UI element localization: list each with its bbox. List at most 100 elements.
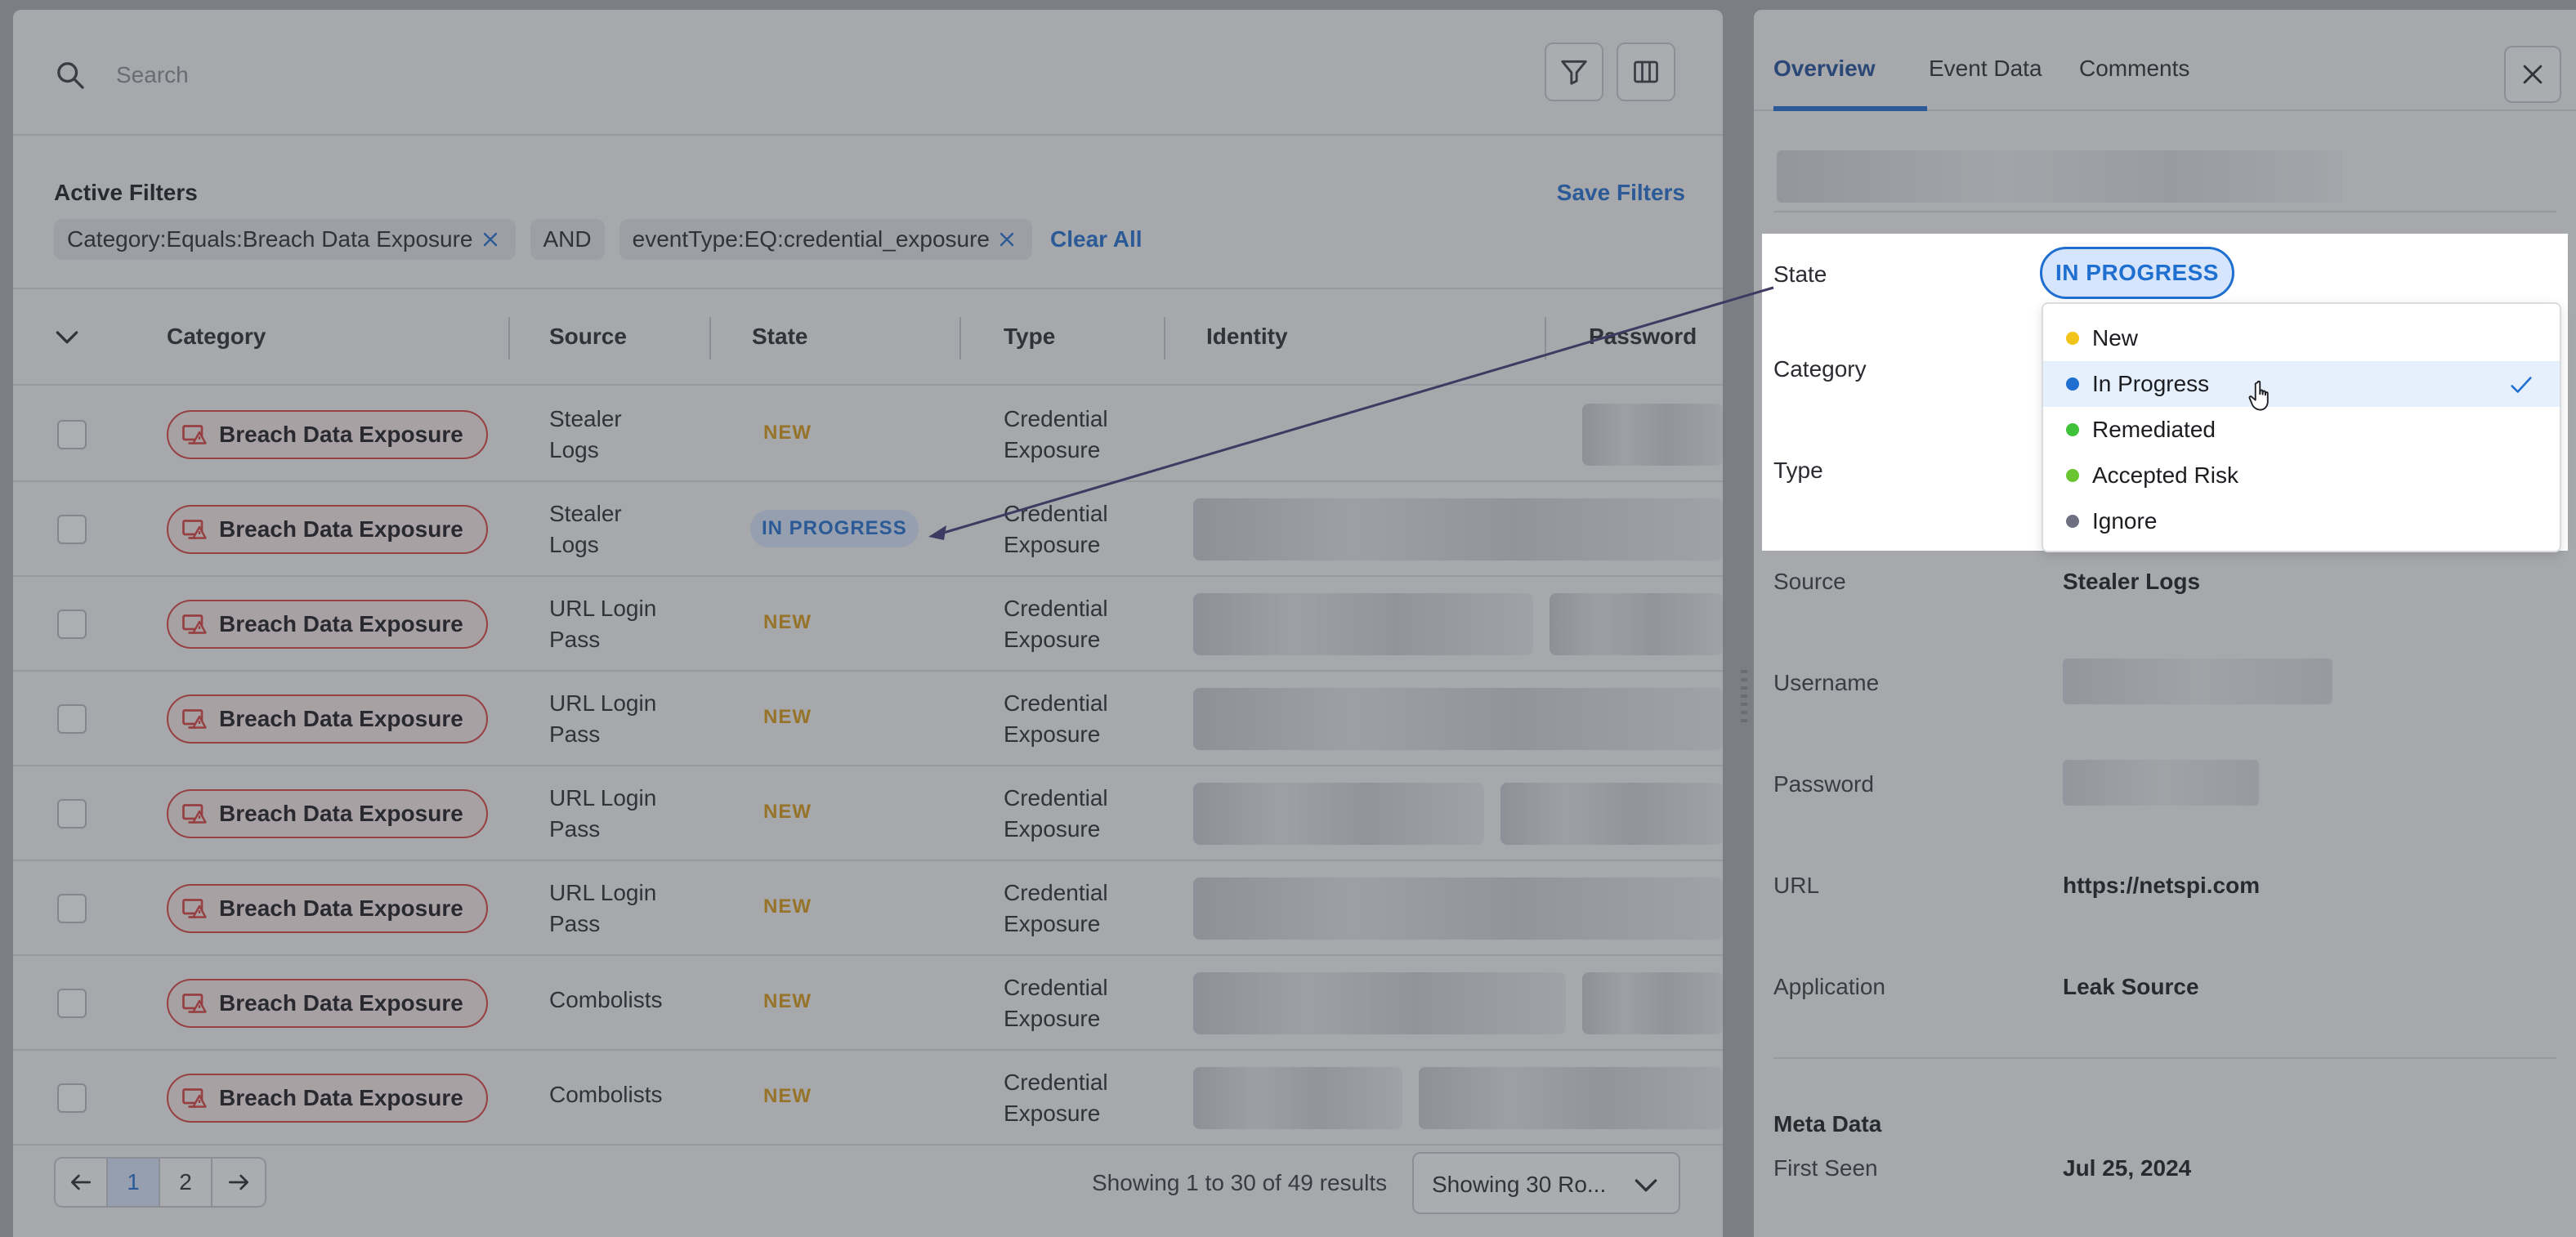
state-option-label: Accepted Risk <box>2092 462 2238 488</box>
pagination: 1 2 <box>54 1157 266 1208</box>
table-row[interactable]: Breach Data Exposure URL Login Pass NEW … <box>13 766 1723 861</box>
columns-button[interactable] <box>1617 42 1675 101</box>
search-input[interactable] <box>116 56 1260 95</box>
row-checkbox[interactable] <box>57 515 87 544</box>
state-option-accepted-risk[interactable]: Accepted Risk <box>2043 453 2560 498</box>
filter-operator-chip[interactable]: AND <box>530 219 605 260</box>
page-button-2[interactable]: 2 <box>160 1159 212 1206</box>
active-tab-indicator <box>1773 106 1927 111</box>
chevron-down-icon[interactable] <box>51 320 83 353</box>
type-cell: Credential Exposure <box>1004 972 1108 1034</box>
arrow-left-icon <box>71 1174 91 1190</box>
password-label: Password <box>1773 771 1874 797</box>
rows-per-page-select[interactable]: Showing 30 Ro... <box>1412 1152 1680 1214</box>
panel-resize-handle[interactable] <box>1741 670 1747 727</box>
url-label: URL <box>1773 873 1820 898</box>
redacted-cell <box>1419 1067 1723 1129</box>
category-label: Breach Data Exposure <box>219 422 463 447</box>
row-checkbox[interactable] <box>57 420 87 449</box>
filter-icon <box>1561 60 1587 85</box>
row-checkbox[interactable] <box>57 1083 87 1113</box>
row-checkbox[interactable] <box>57 989 87 1018</box>
filter-chip-category: Category:Equals:Breach Data Exposure <box>54 219 516 260</box>
table-row[interactable]: Breach Data Exposure URL Login Pass NEW … <box>13 577 1723 672</box>
state-option-new[interactable]: New <box>2043 315 2560 361</box>
source-line: URL Login <box>549 880 657 905</box>
redacted-cell <box>1193 1067 1402 1129</box>
status-dot-icon <box>2066 332 2079 345</box>
column-divider[interactable] <box>508 317 510 359</box>
category-label: Category <box>1773 356 1867 382</box>
column-header-source[interactable]: Source <box>549 324 627 350</box>
breach-data-icon <box>182 804 207 824</box>
type-line: Credential <box>1004 596 1108 621</box>
column-header-type[interactable]: Type <box>1004 324 1055 350</box>
column-divider[interactable] <box>709 317 711 359</box>
type-line: Exposure <box>1004 437 1101 462</box>
table-row[interactable]: Breach Data Exposure URL Login Pass NEW … <box>13 672 1723 766</box>
application-label: Application <box>1773 974 1885 999</box>
type-line: Credential <box>1004 406 1108 431</box>
filter-button[interactable] <box>1545 42 1603 101</box>
row-checkbox[interactable] <box>57 610 87 639</box>
column-header-category[interactable]: Category <box>167 324 266 350</box>
row-checkbox[interactable] <box>57 704 87 734</box>
close-icon <box>2523 65 2542 84</box>
category-pill: Breach Data Exposure <box>167 1074 488 1123</box>
row-checkbox[interactable] <box>57 894 87 923</box>
state-option-ignore[interactable]: Ignore <box>2043 498 2560 544</box>
status-dot-icon <box>2066 423 2079 436</box>
type-line: Exposure <box>1004 911 1101 936</box>
meta-data-title: Meta Data <box>1773 1111 1882 1137</box>
source-line: URL Login <box>549 785 657 811</box>
category-pill: Breach Data Exposure <box>167 600 488 649</box>
state-option-label: In Progress <box>2092 371 2210 396</box>
row-checkbox[interactable] <box>57 799 87 828</box>
event-detail-panel: Overview Event Data Comments Source Stea… <box>1754 10 2576 1237</box>
type-cell: Credential Exposure <box>1004 1067 1108 1129</box>
column-divider[interactable] <box>959 317 961 359</box>
category-label: Breach Data Exposure <box>219 895 463 921</box>
column-divider[interactable] <box>1545 317 1546 359</box>
state-badge-button[interactable]: IN PROGRESS <box>2040 247 2234 299</box>
table-row[interactable]: Breach Data Exposure Stealer Logs NEW Cr… <box>13 387 1723 482</box>
state-badge-new: NEW <box>763 801 812 823</box>
type-line: Exposure <box>1004 721 1101 747</box>
status-dot-icon <box>2066 377 2079 391</box>
checkmark-icon <box>2511 377 2532 393</box>
table-row[interactable]: Breach Data Exposure Combolists NEW Crede… <box>13 956 1723 1051</box>
state-option-remediated[interactable]: Remediated <box>2043 407 2560 453</box>
source-line: Pass <box>549 816 601 842</box>
url-value[interactable]: https://netspi.com <box>2063 873 2260 899</box>
column-header-identity[interactable]: Identity <box>1206 324 1288 350</box>
tab-overview[interactable]: Overview <box>1773 56 1876 82</box>
column-header-password[interactable]: Password <box>1589 324 1697 350</box>
breach-data-icon <box>182 709 207 729</box>
clear-all-filters-link[interactable]: Clear All <box>1050 226 1143 252</box>
state-option-in-progress[interactable]: In Progress <box>2043 361 2560 407</box>
remove-filter-icon[interactable] <box>478 227 503 252</box>
category-label: Breach Data Exposure <box>219 1085 463 1110</box>
close-panel-button[interactable] <box>2504 46 2561 103</box>
remove-filter-icon[interactable] <box>995 227 1019 252</box>
table-row[interactable]: Breach Data Exposure Stealer Logs IN PRO… <box>13 482 1723 577</box>
source-cell: Stealer Logs <box>549 498 622 560</box>
password-value-redacted <box>2063 760 2259 806</box>
table-row[interactable]: Breach Data Exposure Combolists NEW Crede… <box>13 1051 1723 1145</box>
type-line: Credential <box>1004 880 1108 905</box>
redacted-cell <box>1193 498 1723 560</box>
next-page-button[interactable] <box>212 1159 265 1206</box>
search-icon <box>57 62 84 89</box>
type-line: Credential <box>1004 975 1108 1000</box>
save-filters-link[interactable]: Save Filters <box>1557 180 1685 206</box>
redacted-cell <box>1193 878 1723 940</box>
table-row[interactable]: Breach Data Exposure URL Login Pass NEW … <box>13 861 1723 956</box>
page-button-1[interactable]: 1 <box>108 1159 160 1206</box>
column-divider[interactable] <box>1164 317 1165 359</box>
source-cell: URL Login Pass <box>549 878 656 940</box>
tab-comments[interactable]: Comments <box>2079 56 2189 82</box>
source-line: Pass <box>549 721 601 747</box>
column-header-state[interactable]: State <box>752 324 807 350</box>
prev-page-button[interactable] <box>56 1159 108 1206</box>
tab-event-data[interactable]: Event Data <box>1929 56 2042 82</box>
